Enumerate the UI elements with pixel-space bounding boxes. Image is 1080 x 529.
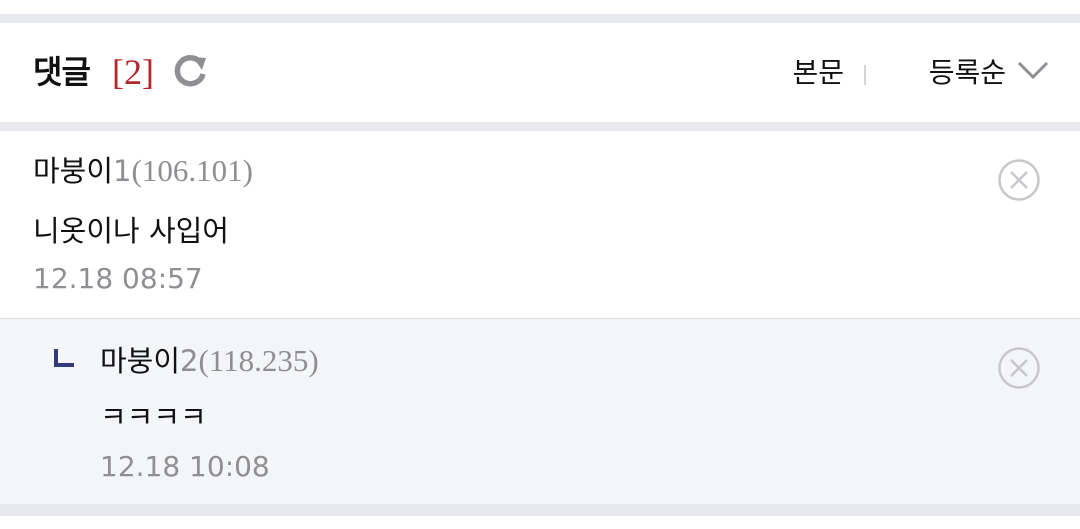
bottom-separator: [0, 504, 1080, 516]
refresh-icon[interactable]: [171, 52, 209, 90]
top-separator: [0, 14, 1080, 23]
comment-section: 댓글 [2] 본문 등록순 마붕이1(106.101) 니옷이나 사입어 12.…: [0, 0, 1080, 529]
author-number: 1: [113, 154, 132, 188]
author-ip: (118.235): [198, 343, 319, 378]
reply-text: ㅋㅋㅋㅋ: [100, 400, 207, 434]
author-name: 마붕이: [33, 154, 114, 188]
comment-header: 댓글 [2] 본문 등록순: [0, 23, 1080, 122]
author-ip: (106.101): [131, 153, 253, 188]
sort-body-button[interactable]: 본문: [792, 53, 844, 93]
comment-count: [2]: [112, 52, 154, 92]
reply-item: 마붕이2(118.235) ㅋㅋㅋㅋ 12.18 10:08: [0, 319, 1080, 504]
comment-text: 니옷이나 사입어: [33, 214, 229, 248]
sort-order-button[interactable]: 등록순: [929, 53, 1006, 93]
reply-arrow-icon: [54, 349, 74, 367]
comment-title: 댓글: [33, 53, 91, 91]
author-number: 2: [180, 344, 199, 378]
close-circle-icon[interactable]: [997, 158, 1041, 202]
author-name: 마붕이: [100, 344, 181, 378]
sort-divider: [864, 65, 866, 85]
reply-date: 12.18 10:08: [100, 450, 270, 483]
comment-item: 마붕이1(106.101) 니옷이나 사입어 12.18 08:57: [0, 131, 1080, 319]
comment-date: 12.18 08:57: [33, 262, 203, 295]
chevron-down-icon[interactable]: [1016, 59, 1050, 81]
close-circle-icon[interactable]: [997, 346, 1041, 390]
comment-author[interactable]: 마붕이1(106.101): [33, 151, 253, 191]
reply-author[interactable]: 마붕이2(118.235): [100, 341, 319, 381]
header-separator: [0, 122, 1080, 131]
